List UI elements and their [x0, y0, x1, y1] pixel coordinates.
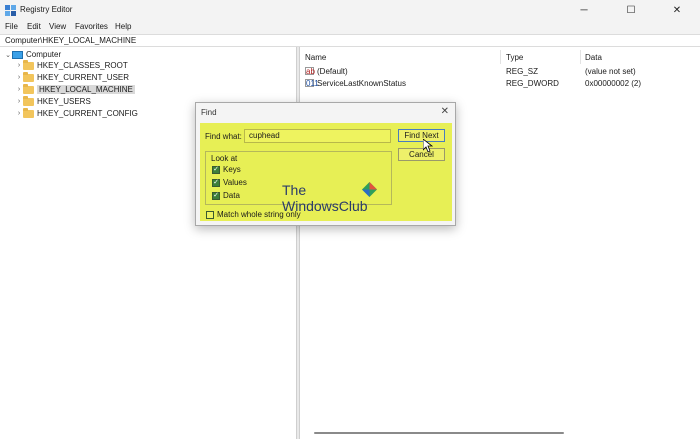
match-whole-label: Match whole string only: [217, 210, 301, 219]
menu-file[interactable]: File: [5, 22, 18, 31]
find-what-label: Find what:: [205, 132, 242, 141]
look-at-group: Look at ✓ Keys ✓ Values ✓ Data The Windo…: [205, 151, 392, 214]
tree-item-hkey-users[interactable]: › HKEY_USERS: [15, 95, 91, 107]
values-checkbox-row[interactable]: ✓ Values: [212, 178, 247, 187]
tree-item-label: HKEY_USERS: [37, 97, 91, 106]
data-label: Data: [223, 191, 240, 200]
column-divider[interactable]: [500, 50, 501, 64]
data-checkbox[interactable]: ✓: [212, 191, 220, 200]
keys-label: Keys: [223, 165, 241, 174]
dialog-body: Find what: cuphead Find Next Cancel Look…: [200, 123, 452, 221]
tree-item-label: Computer: [26, 50, 62, 59]
chevron-right-icon[interactable]: ›: [15, 98, 23, 105]
binary-value-icon: 011: [305, 79, 319, 88]
value-row[interactable]: 011 ServiceLastKnownStatus REG_DWORD 0x0…: [300, 77, 700, 89]
chevron-right-icon[interactable]: ›: [15, 110, 23, 117]
tree-item-hkey-local-machine[interactable]: › HKEY_LOCAL_MACHINE: [15, 83, 135, 95]
cancel-button[interactable]: Cancel: [398, 148, 445, 161]
value-data: 0x00000002 (2): [585, 79, 642, 88]
tree-item-hkey-current-user[interactable]: › HKEY_CURRENT_USER: [15, 71, 130, 83]
column-header-data[interactable]: Data: [585, 53, 602, 62]
chevron-right-icon[interactable]: ›: [15, 74, 23, 81]
data-checkbox-row[interactable]: ✓ Data: [212, 191, 240, 200]
value-row[interactable]: ab (Default) REG_SZ (value not set): [300, 65, 700, 77]
window-title: Registry Editor: [20, 5, 73, 14]
tree-item-hkey-classes-root[interactable]: › HKEY_CLASSES_ROOT: [15, 59, 128, 71]
find-what-input[interactable]: cuphead: [244, 129, 391, 143]
minimize-icon: ─: [580, 5, 588, 16]
tree-item-label: HKEY_LOCAL_MACHINE: [37, 85, 135, 94]
folder-icon: [23, 71, 34, 82]
menu-bar: File Edit View Favorites Help: [0, 21, 700, 34]
maximize-icon: ☐: [626, 5, 636, 16]
mouse-cursor-icon: [423, 139, 433, 153]
look-at-label: Look at: [211, 154, 238, 163]
folder-icon: [23, 95, 34, 106]
keys-checkbox-row[interactable]: ✓ Keys: [212, 165, 241, 174]
tree-item-hkey-current-config[interactable]: › HKEY_CURRENT_CONFIG: [15, 107, 138, 119]
horizontal-scrollbar[interactable]: [314, 432, 564, 434]
menu-view[interactable]: View: [49, 22, 66, 31]
menu-edit[interactable]: Edit: [27, 22, 41, 31]
maximize-button[interactable]: ☐: [608, 0, 654, 21]
column-divider[interactable]: [580, 50, 581, 64]
computer-icon: [12, 50, 23, 59]
find-next-button[interactable]: Find Next: [398, 129, 445, 142]
watermark-tile-icon: [362, 182, 377, 197]
chevron-right-icon[interactable]: ›: [15, 62, 23, 69]
column-header-name[interactable]: Name: [305, 53, 326, 62]
registry-editor-icon: [5, 5, 16, 16]
tree-item-label: HKEY_CLASSES_ROOT: [37, 61, 128, 70]
keys-checkbox[interactable]: ✓: [212, 165, 220, 174]
address-path: Computer\HKEY_LOCAL_MACHINE: [5, 36, 137, 45]
value-name: (Default): [317, 67, 348, 76]
chevron-right-icon[interactable]: ›: [15, 86, 23, 93]
value-data: (value not set): [585, 67, 636, 76]
value-name: ServiceLastKnownStatus: [317, 79, 406, 88]
tree-item-label: HKEY_CURRENT_CONFIG: [37, 109, 138, 118]
watermark-line1: The: [282, 182, 307, 198]
folder-icon: [23, 83, 34, 94]
address-bar[interactable]: Computer\HKEY_LOCAL_MACHINE: [0, 34, 700, 47]
match-whole-row[interactable]: Match whole string only: [206, 210, 301, 219]
string-value-icon: ab: [305, 67, 315, 76]
value-type: REG_DWORD: [506, 79, 559, 88]
minimize-button[interactable]: ─: [561, 0, 607, 21]
dialog-close-icon[interactable]: ✕: [441, 106, 449, 117]
menu-help[interactable]: Help: [115, 22, 131, 31]
value-type: REG_SZ: [506, 67, 539, 76]
match-whole-checkbox[interactable]: [206, 210, 214, 219]
chevron-down-icon[interactable]: ⌄: [4, 51, 12, 59]
tree-item-label: HKEY_CURRENT_USER: [37, 73, 130, 82]
dialog-title: Find: [201, 108, 217, 117]
find-dialog: Find ✕ Find what: cuphead Find Next Canc…: [195, 102, 456, 226]
close-icon: ✕: [672, 5, 682, 16]
folder-icon: [23, 107, 34, 118]
values-label: Values: [223, 178, 247, 187]
values-checkbox[interactable]: ✓: [212, 178, 220, 187]
menu-favorites[interactable]: Favorites: [75, 22, 108, 31]
column-header-type[interactable]: Type: [506, 53, 523, 62]
close-button[interactable]: ✕: [654, 0, 700, 21]
tree-item-computer[interactable]: ⌄ Computer: [4, 49, 61, 60]
title-bar: Registry Editor ─ ☐ ✕: [0, 0, 700, 21]
folder-icon: [23, 59, 34, 70]
